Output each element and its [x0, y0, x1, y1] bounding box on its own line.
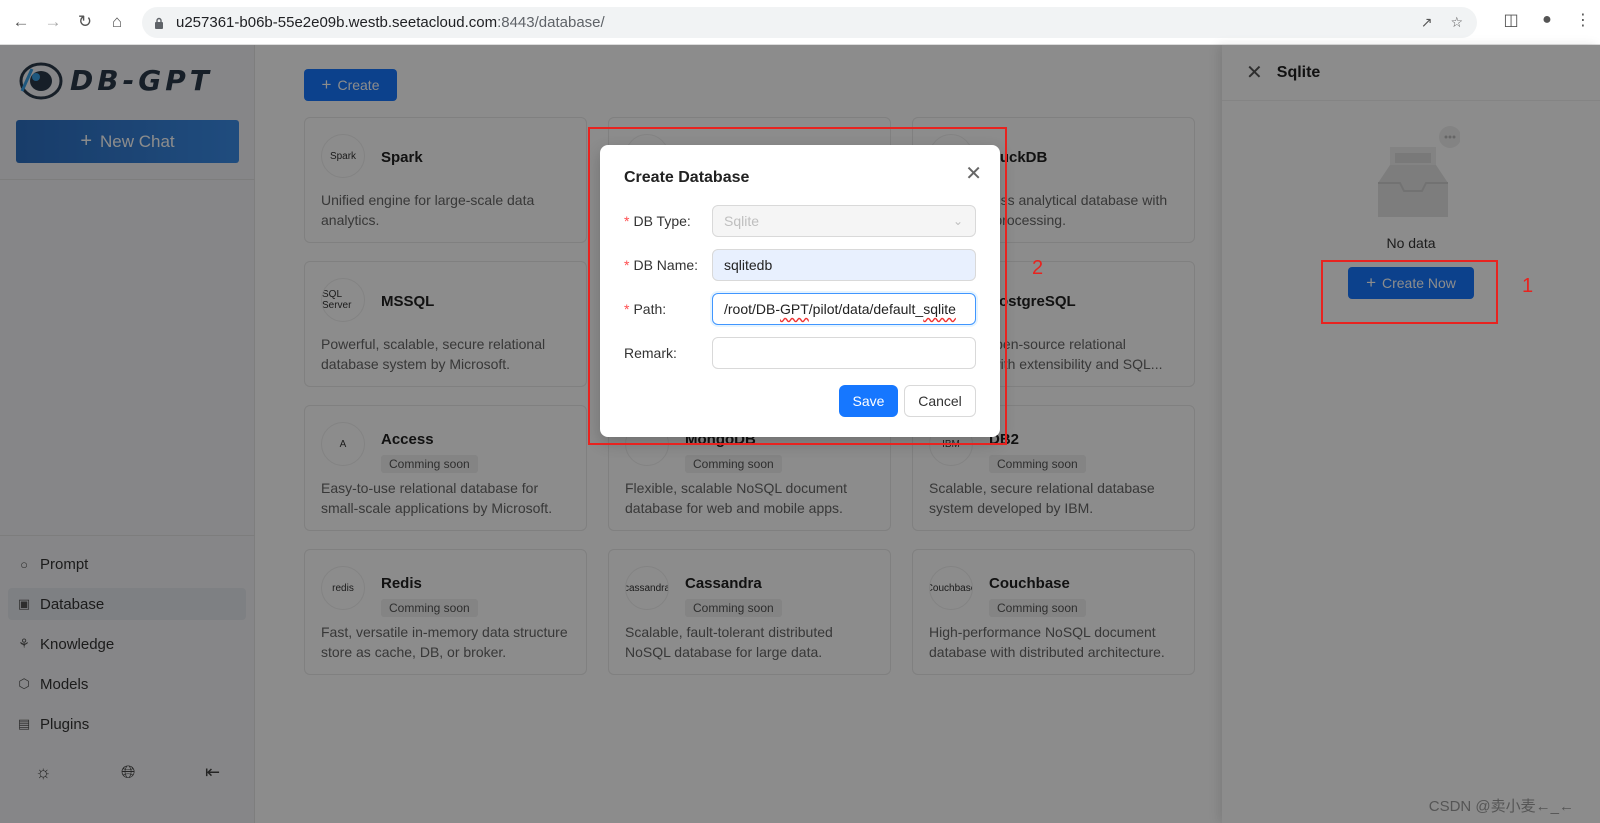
url-host: u257361-b06b-55e2e09b.westb.seetacloud.c… — [176, 14, 498, 31]
browser-toolbar: ← → ↻ ⌂ u257361-b06b-55e2e09b.westb.seet… — [0, 0, 1600, 45]
annotation-box-1 — [1321, 260, 1498, 324]
lock-icon — [155, 17, 163, 29]
annotation-number-2: 2 — [1032, 257, 1044, 279]
bookmark-star-icon[interactable]: ☆ — [1450, 14, 1463, 31]
forward-arrow-icon[interactable]: → — [42, 11, 64, 33]
share-icon[interactable]: ↗ — [1421, 14, 1433, 31]
annotation-number-1: 1 — [1522, 275, 1534, 297]
home-icon[interactable]: ⌂ — [106, 11, 128, 33]
url-path: :8443/database/ — [497, 14, 605, 31]
side-panel-icon[interactable]: ◫ — [1502, 10, 1520, 30]
address-bar[interactable]: u257361-b06b-55e2e09b.westb.seetacloud.c… — [142, 7, 1477, 38]
browser-menu-icon[interactable]: ⋮ — [1574, 10, 1592, 30]
watermark: CSDN @卖小麦←_← — [1428, 798, 1574, 815]
annotation-box-2 — [588, 127, 1007, 445]
profile-avatar-icon[interactable]: ● — [1538, 11, 1556, 29]
back-arrow-icon[interactable]: ← — [10, 11, 32, 33]
reload-icon[interactable]: ↻ — [74, 11, 96, 33]
